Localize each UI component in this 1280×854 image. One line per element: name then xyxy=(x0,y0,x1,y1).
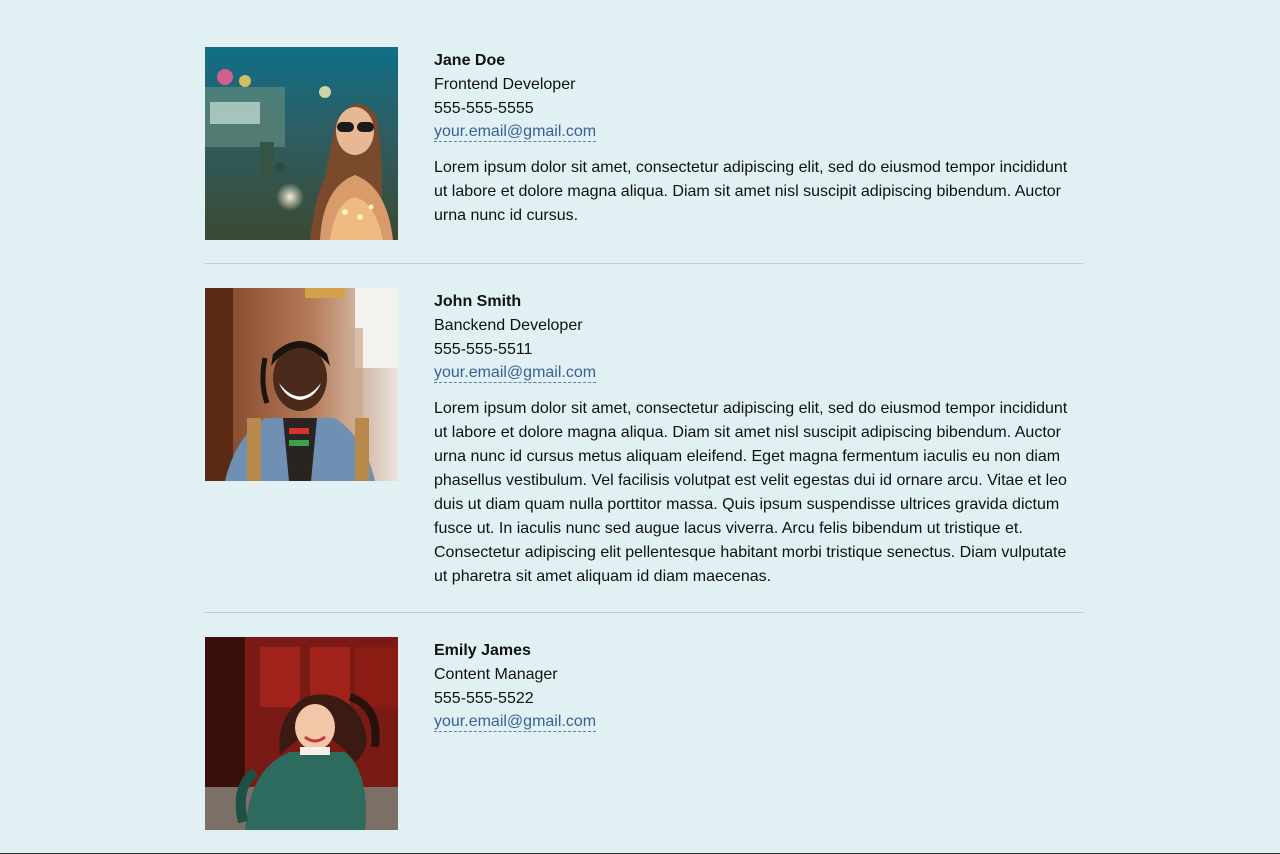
person-info: Emily James Content Manager 555-555-5522… xyxy=(434,637,1083,732)
person-email-link[interactable]: your.email@gmail.com xyxy=(434,712,597,732)
person-email-link[interactable]: your.email@gmail.com xyxy=(434,122,597,142)
person-photo xyxy=(205,47,398,240)
person-name: Emily James xyxy=(434,642,531,659)
person-phone: 555-555-5511 xyxy=(434,341,533,358)
person-bio: Lorem ipsum dolor sit amet, consectetur … xyxy=(434,159,1068,224)
person-name: John Smith xyxy=(434,293,522,310)
person-role: Banckend Developer xyxy=(434,317,583,334)
person-email-link[interactable]: your.email@gmail.com xyxy=(434,363,597,383)
person-photo xyxy=(205,288,398,481)
person-bio: Lorem ipsum dolor sit amet, consectetur … xyxy=(434,400,1068,585)
person-phone: 555-555-5522 xyxy=(434,690,534,707)
person-phone: 555-555-5555 xyxy=(434,100,534,117)
person-card: John Smith Banckend Developer 555-555-55… xyxy=(205,263,1083,612)
person-photo xyxy=(205,637,398,830)
people-list: Jane Doe Frontend Developer 555-555-5555… xyxy=(205,47,1083,830)
person-info: Jane Doe Frontend Developer 555-555-5555… xyxy=(434,47,1083,228)
person-role: Frontend Developer xyxy=(434,76,576,93)
person-role: Content Manager xyxy=(434,666,558,683)
person-card: Emily James Content Manager 555-555-5522… xyxy=(205,612,1083,830)
person-card: Jane Doe Frontend Developer 555-555-5555… xyxy=(205,47,1083,263)
person-name: Jane Doe xyxy=(434,52,506,69)
person-info: John Smith Banckend Developer 555-555-55… xyxy=(434,288,1083,589)
